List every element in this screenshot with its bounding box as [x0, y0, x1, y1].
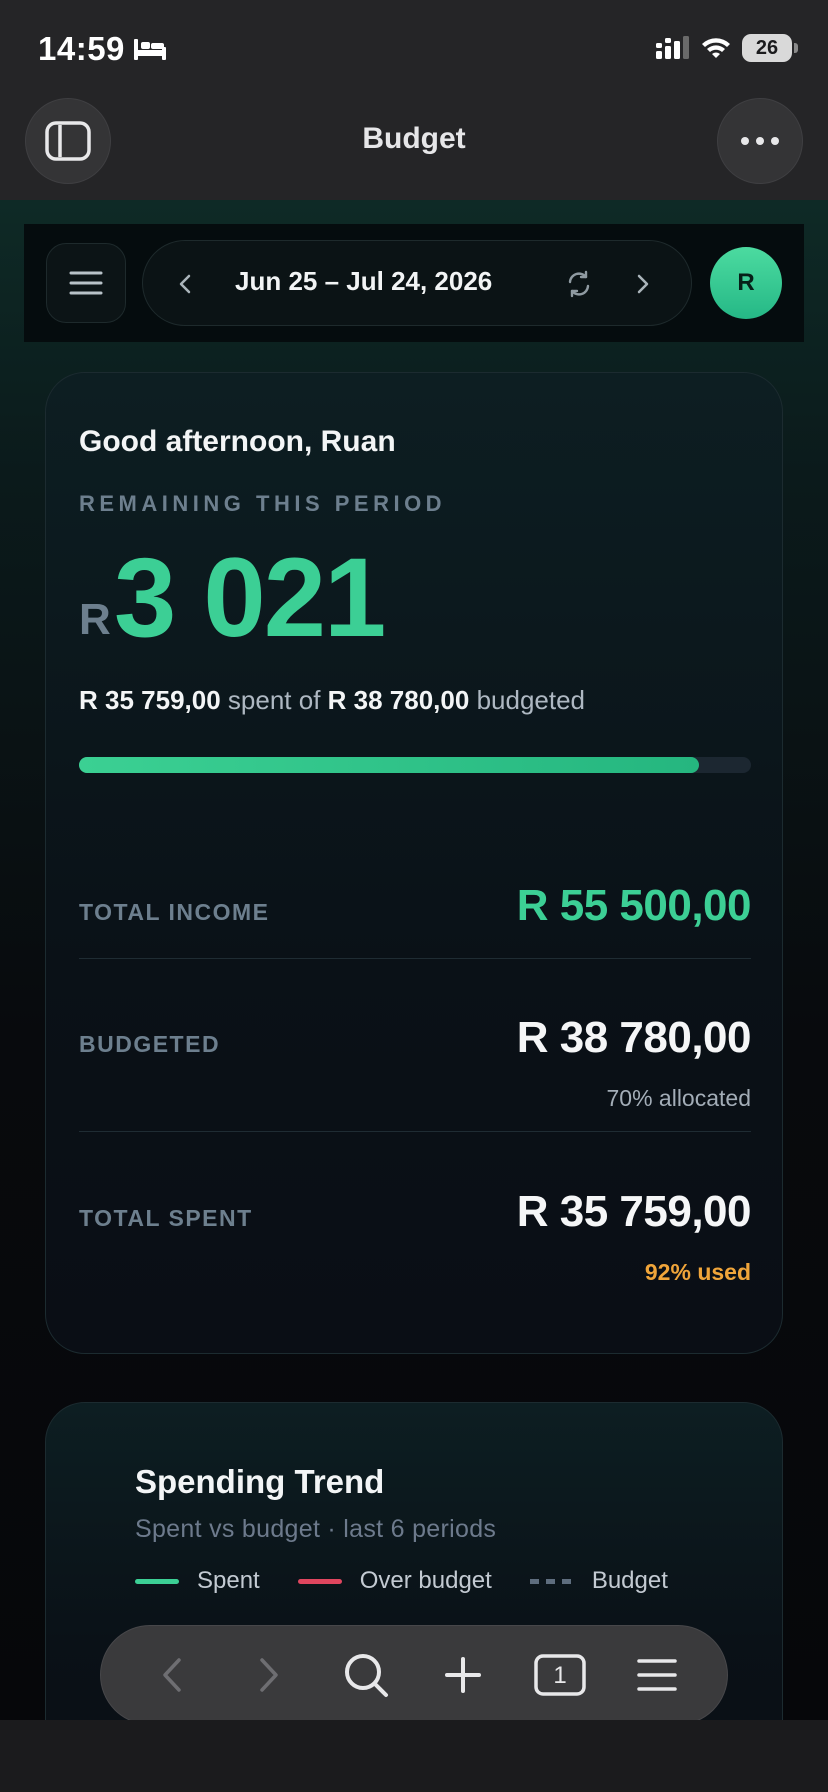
- trend-legend: Spent Over budget Budget: [135, 1567, 706, 1595]
- legend-label-budget: Budget: [591, 1567, 668, 1594]
- hamburger-icon: [636, 1659, 677, 1691]
- period-label[interactable]: Jun 25 – Jul 24, 2026: [235, 266, 492, 297]
- legend-label-spent: Spent: [197, 1567, 260, 1594]
- budgeted-allocated: 70% allocated: [606, 1085, 752, 1111]
- chevron-left-icon: [179, 274, 191, 294]
- total-income-row: TOTAL INCOME R 55 500,00: [79, 873, 752, 953]
- legend-swatch-spent: [135, 1578, 179, 1584]
- new-tab-button[interactable]: [433, 1645, 493, 1705]
- legend-swatch-over-budget: [297, 1578, 342, 1584]
- refresh-button[interactable]: [559, 264, 599, 304]
- web-content: Jun 25 – Jul 24, 2026 R Good afternoon, …: [0, 200, 828, 1720]
- avatar[interactable]: R: [710, 247, 782, 319]
- trend-subtitle: Spent vs budget · last 6 periods: [135, 1515, 497, 1543]
- legend-over-budget: Over budget: [297, 1567, 492, 1595]
- total-spent-label: TOTAL SPENT: [79, 1205, 253, 1231]
- total-income-value: R 55 500,00: [516, 881, 752, 930]
- forward-button[interactable]: [239, 1645, 299, 1705]
- next-period-button[interactable]: [623, 264, 663, 304]
- budget-summary-card: Good afternoon, Ruan REMAINING THIS PERI…: [45, 372, 783, 1354]
- previous-period-button[interactable]: [165, 264, 205, 304]
- search-button[interactable]: [336, 1645, 396, 1705]
- spent-amount: R 35 759,00: [79, 685, 221, 715]
- spent-summary: R 35 759,00 spent of R 38 780,00 budgete…: [79, 685, 585, 716]
- status-bar: 14:59 26: [0, 0, 828, 96]
- spend-progress-fill: [79, 757, 699, 773]
- browser-top-bar: Budget: [0, 96, 828, 200]
- period-selector: Jun 25 – Jul 24, 2026: [142, 240, 692, 326]
- total-spent-row: TOTAL SPENT R 35 759,00 92% used: [79, 1177, 752, 1297]
- more-button[interactable]: [717, 98, 803, 184]
- tab-count: 1: [553, 1662, 566, 1689]
- budgeted-text: budgeted: [476, 685, 586, 715]
- trend-title: Spending Trend: [135, 1463, 385, 1500]
- legend-spent: Spent: [135, 1567, 260, 1595]
- greeting: Good afternoon, Ruan: [79, 425, 396, 458]
- divider: [79, 1131, 751, 1132]
- spend-progress-bar: [79, 757, 751, 773]
- more-icon: [741, 137, 779, 145]
- back-button[interactable]: [142, 1645, 202, 1705]
- browser-toolbar: 1: [100, 1625, 728, 1725]
- divider: [79, 958, 751, 959]
- spent-text: spent of: [227, 685, 321, 715]
- remaining-label: REMAINING THIS PERIOD: [79, 491, 447, 516]
- remaining-amount: 3 021: [114, 535, 386, 660]
- hamburger-icon: [69, 271, 103, 295]
- bed-icon: [134, 39, 166, 60]
- legend-label-over-budget: Over budget: [359, 1567, 492, 1594]
- total-income-label: TOTAL INCOME: [79, 899, 270, 925]
- legend-budget: Budget: [529, 1567, 668, 1595]
- status-time: 14:59: [38, 30, 125, 67]
- chevron-right-icon: [637, 274, 649, 294]
- browser-menu-button[interactable]: [627, 1645, 687, 1705]
- chevron-left-icon: [162, 1658, 181, 1692]
- tabs-button[interactable]: 1: [530, 1645, 590, 1705]
- menu-button[interactable]: [46, 243, 126, 323]
- search-icon: [344, 1654, 388, 1697]
- wifi-icon: [702, 38, 730, 58]
- budgeted-amount: R 38 780,00: [327, 685, 470, 715]
- page-title: Budget: [362, 122, 466, 155]
- app-header: Jun 25 – Jul 24, 2026 R: [24, 224, 804, 342]
- remaining-currency: R: [79, 595, 111, 644]
- battery-indicator: 26: [742, 34, 798, 62]
- total-spent-used: 92% used: [644, 1259, 751, 1285]
- chevron-right-icon: [259, 1658, 278, 1692]
- bottom-safe-area: [0, 1720, 828, 1792]
- plus-icon: [444, 1657, 481, 1693]
- budgeted-value: R 38 780,00: [516, 1013, 752, 1062]
- signal-icon: [656, 36, 689, 59]
- refresh-icon: [568, 270, 590, 298]
- budgeted-label: BUDGETED: [79, 1031, 221, 1057]
- total-spent-value: R 35 759,00: [516, 1187, 752, 1236]
- budgeted-row: BUDGETED R 38 780,00 70% allocated: [79, 1003, 752, 1123]
- legend-swatch-budget: [529, 1578, 574, 1584]
- tabs-icon: 1: [533, 1654, 586, 1696]
